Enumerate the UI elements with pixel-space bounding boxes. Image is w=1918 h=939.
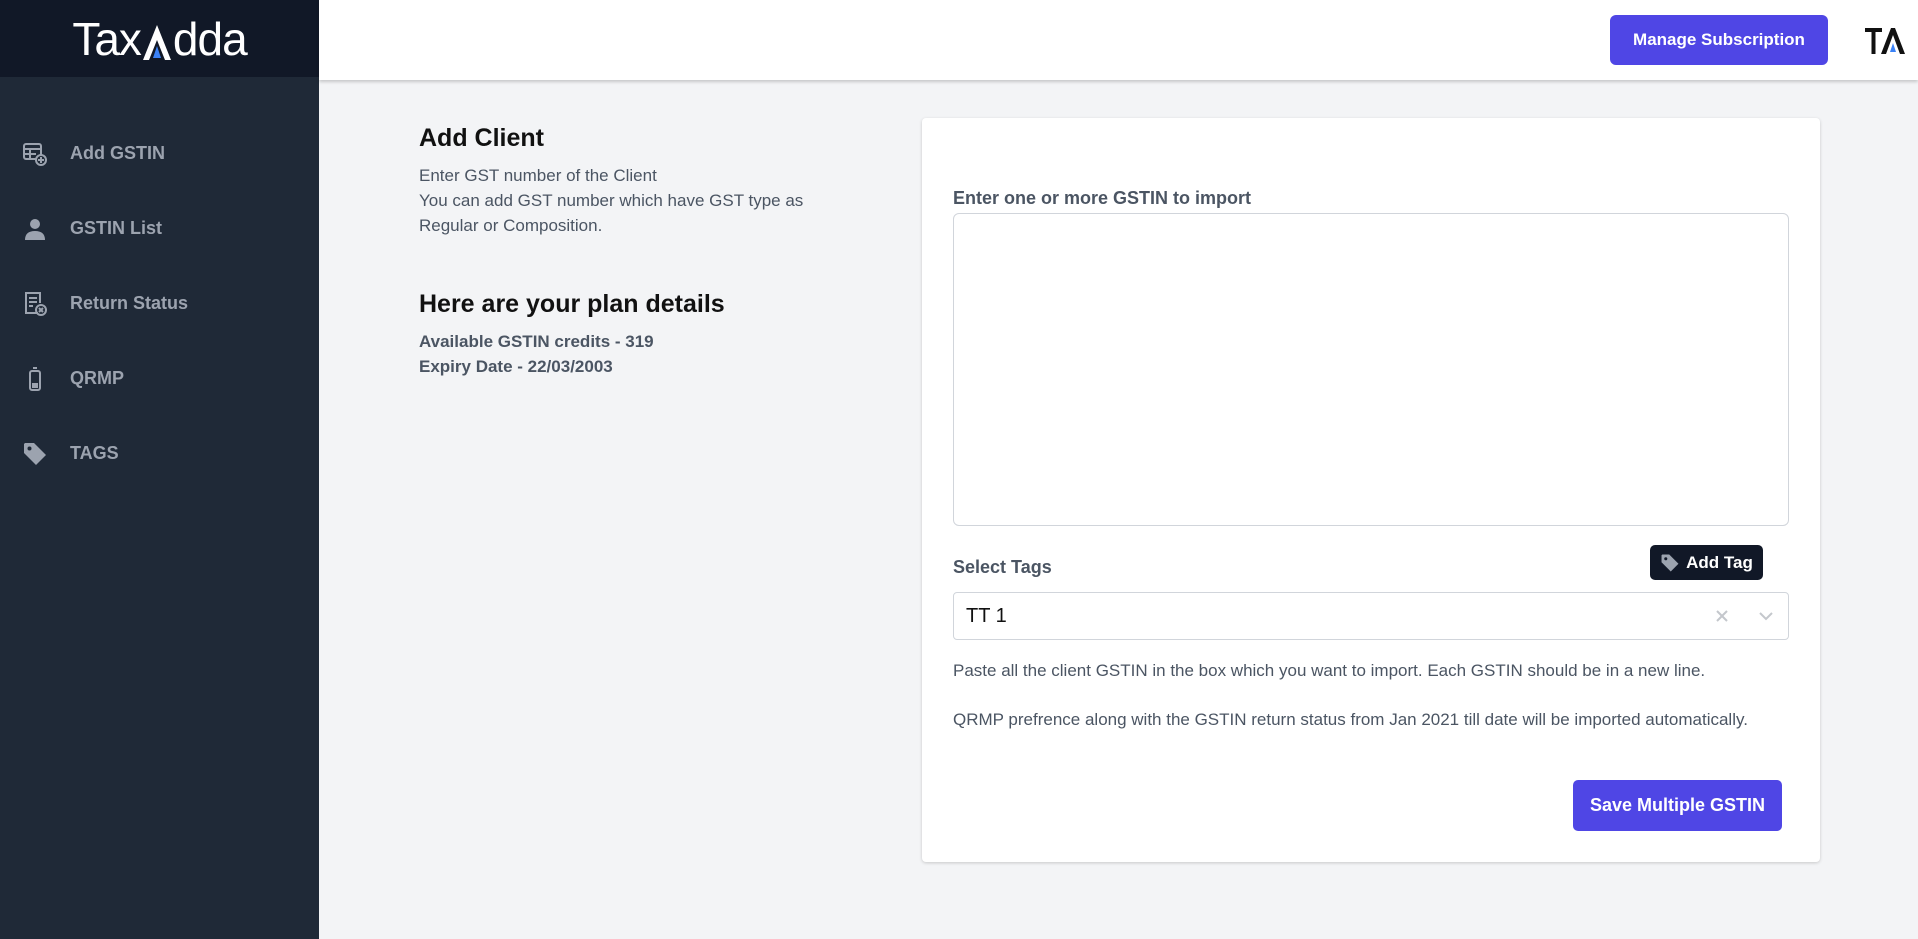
add-table-icon [22,141,48,167]
manage-subscription-button[interactable]: Manage Subscription [1610,15,1828,65]
sidebar: Tax dda Add GSTIN GSTIN List Return Stat… [0,0,319,939]
battery-icon [22,366,48,392]
info-description: Enter GST number of the Client You can a… [419,163,859,238]
import-gstin-card: Enter one or more GSTIN to import Select… [922,118,1820,862]
ta-logo-icon[interactable] [1864,26,1906,56]
tag-icon [22,441,48,467]
page-title: Add Client [419,124,544,152]
help-text-qrmp: QRMP prefrence along with the GSTIN retu… [953,710,1748,729]
select-tags-label: Select Tags [953,557,1052,577]
logo-text-end: dda [172,12,248,65]
sidebar-item-return-status[interactable]: Return Status [0,266,319,341]
client-info-panel: Add Client Enter GST number of the Clien… [419,124,859,379]
info-line-1: Enter GST number of the Client [419,166,657,185]
selected-tag-value: TT 1 [966,604,1007,627]
expiry-date: Expiry Date - 22/03/2003 [419,357,613,376]
user-icon [22,216,48,242]
plan-details: Available GSTIN credits - 319 Expiry Dat… [419,329,859,379]
chevron-down-icon[interactable] [1744,593,1788,639]
gstin-input-label: Enter one or more GSTIN to import [953,188,1252,208]
sidebar-item-tags[interactable]: TAGS [0,416,319,491]
gstin-textarea[interactable] [953,213,1789,526]
clear-icon[interactable] [1700,593,1744,639]
sidebar-item-add-gstin[interactable]: Add GSTIN [0,116,319,191]
logo-text-start: Tax [72,12,142,65]
top-header: Manage Subscription [319,0,1918,80]
sidebar-item-qrmp[interactable]: QRMP [0,341,319,416]
available-credits: Available GSTIN credits - 319 [419,332,654,351]
sidebar-item-label: Add GSTIN [70,143,165,163]
help-text-paste: Paste all the client GSTIN in the box wh… [953,661,1706,680]
sidebar-item-label: QRMP [70,368,124,388]
logo-text: Tax dda [72,12,248,66]
sidebar-item-label: Return Status [70,293,189,313]
save-multiple-gstin-button[interactable]: Save Multiple GSTIN [1573,780,1782,831]
sidebar-item-label: TAGS [70,443,119,463]
sidebar-item-label: GSTIN List [70,218,163,238]
logo-a-mark-icon [142,19,172,60]
document-cancel-icon [22,291,48,317]
info-line-2: You can add GST number which have GST ty… [419,191,804,235]
tags-select[interactable]: TT 1 [953,592,1789,640]
sidebar-nav: Add GSTIN GSTIN List Return Status QRMP … [0,116,319,491]
add-tag-label: Add Tag [1686,552,1753,572]
sidebar-item-gstin-list[interactable]: GSTIN List [0,191,319,266]
tag-icon [1661,554,1679,571]
logo[interactable]: Tax dda [0,0,319,77]
plan-title: Here are your plan details [419,290,725,318]
add-tag-button[interactable]: Add Tag [1650,545,1763,580]
